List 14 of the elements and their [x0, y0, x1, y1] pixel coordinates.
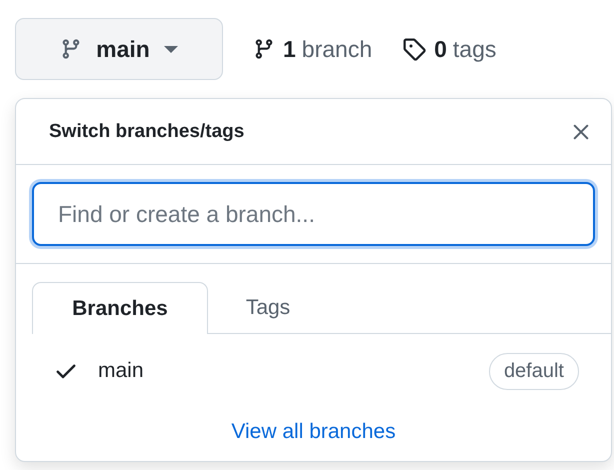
- tab[interactable]: Branches: [32, 282, 208, 334]
- tag-count-link[interactable]: 0 tags: [402, 36, 496, 62]
- branch-dropdown-button[interactable]: main: [15, 18, 223, 80]
- close-icon: [571, 122, 591, 142]
- popup-title: Switch branches/tags: [49, 120, 244, 142]
- branch-item[interactable]: main: [98, 359, 469, 383]
- default-label: default: [488, 352, 579, 390]
- close-button[interactable]: [571, 122, 591, 142]
- view-all-branches-link[interactable]: View all branches: [231, 420, 396, 444]
- caret-icon: [164, 46, 178, 52]
- branch-count-link[interactable]: 1 branch: [253, 36, 372, 62]
- branch-icon: [253, 38, 275, 60]
- tag-icon: [402, 37, 426, 61]
- branch-search-field[interactable]: Find or create a branch...: [32, 182, 595, 246]
